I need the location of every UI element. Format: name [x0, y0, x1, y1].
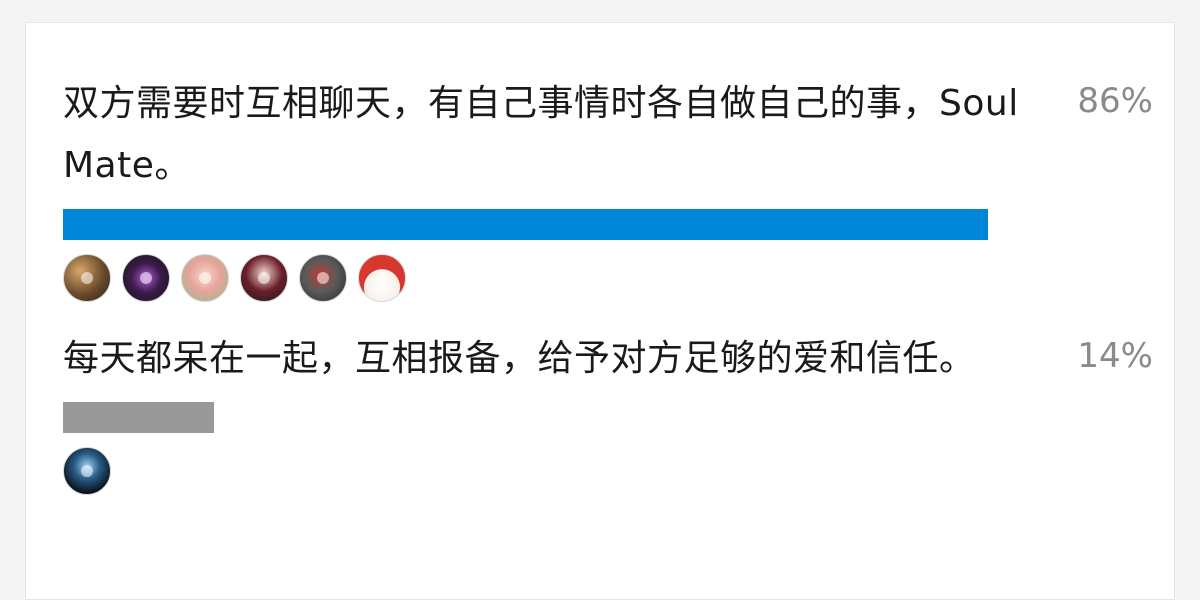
- avatar[interactable]: [358, 254, 406, 302]
- poll-option-1[interactable]: 双方需要时互相聊天，有自己事情时各自做自己的事，Soul Mate。 86%: [63, 73, 1153, 302]
- result-bar: [63, 402, 214, 433]
- avatar[interactable]: [63, 254, 111, 302]
- avatar[interactable]: [240, 254, 288, 302]
- poll-option-percent: 14%: [1077, 336, 1153, 376]
- voter-avatars: [63, 447, 1153, 495]
- avatar[interactable]: [122, 254, 170, 302]
- avatar[interactable]: [181, 254, 229, 302]
- result-bar-track: [63, 402, 1153, 433]
- poll-card: 双方需要时互相聊天，有自己事情时各自做自己的事，Soul Mate。 86% 每…: [25, 22, 1175, 600]
- avatar[interactable]: [299, 254, 347, 302]
- poll-option-text: 双方需要时互相聊天，有自己事情时各自做自己的事，Soul Mate。: [63, 83, 1019, 186]
- result-bar-track: [63, 209, 1153, 240]
- voter-avatars: [63, 254, 1153, 302]
- result-bar: [63, 209, 989, 240]
- poll-option-2[interactable]: 每天都呆在一起，互相报备，给予对方足够的爱和信任。 14%: [63, 328, 1153, 495]
- poll-option-percent: 86%: [1077, 81, 1153, 121]
- avatar[interactable]: [63, 447, 111, 495]
- poll-option-text: 每天都呆在一起，互相报备，给予对方足够的爱和信任。: [63, 338, 976, 379]
